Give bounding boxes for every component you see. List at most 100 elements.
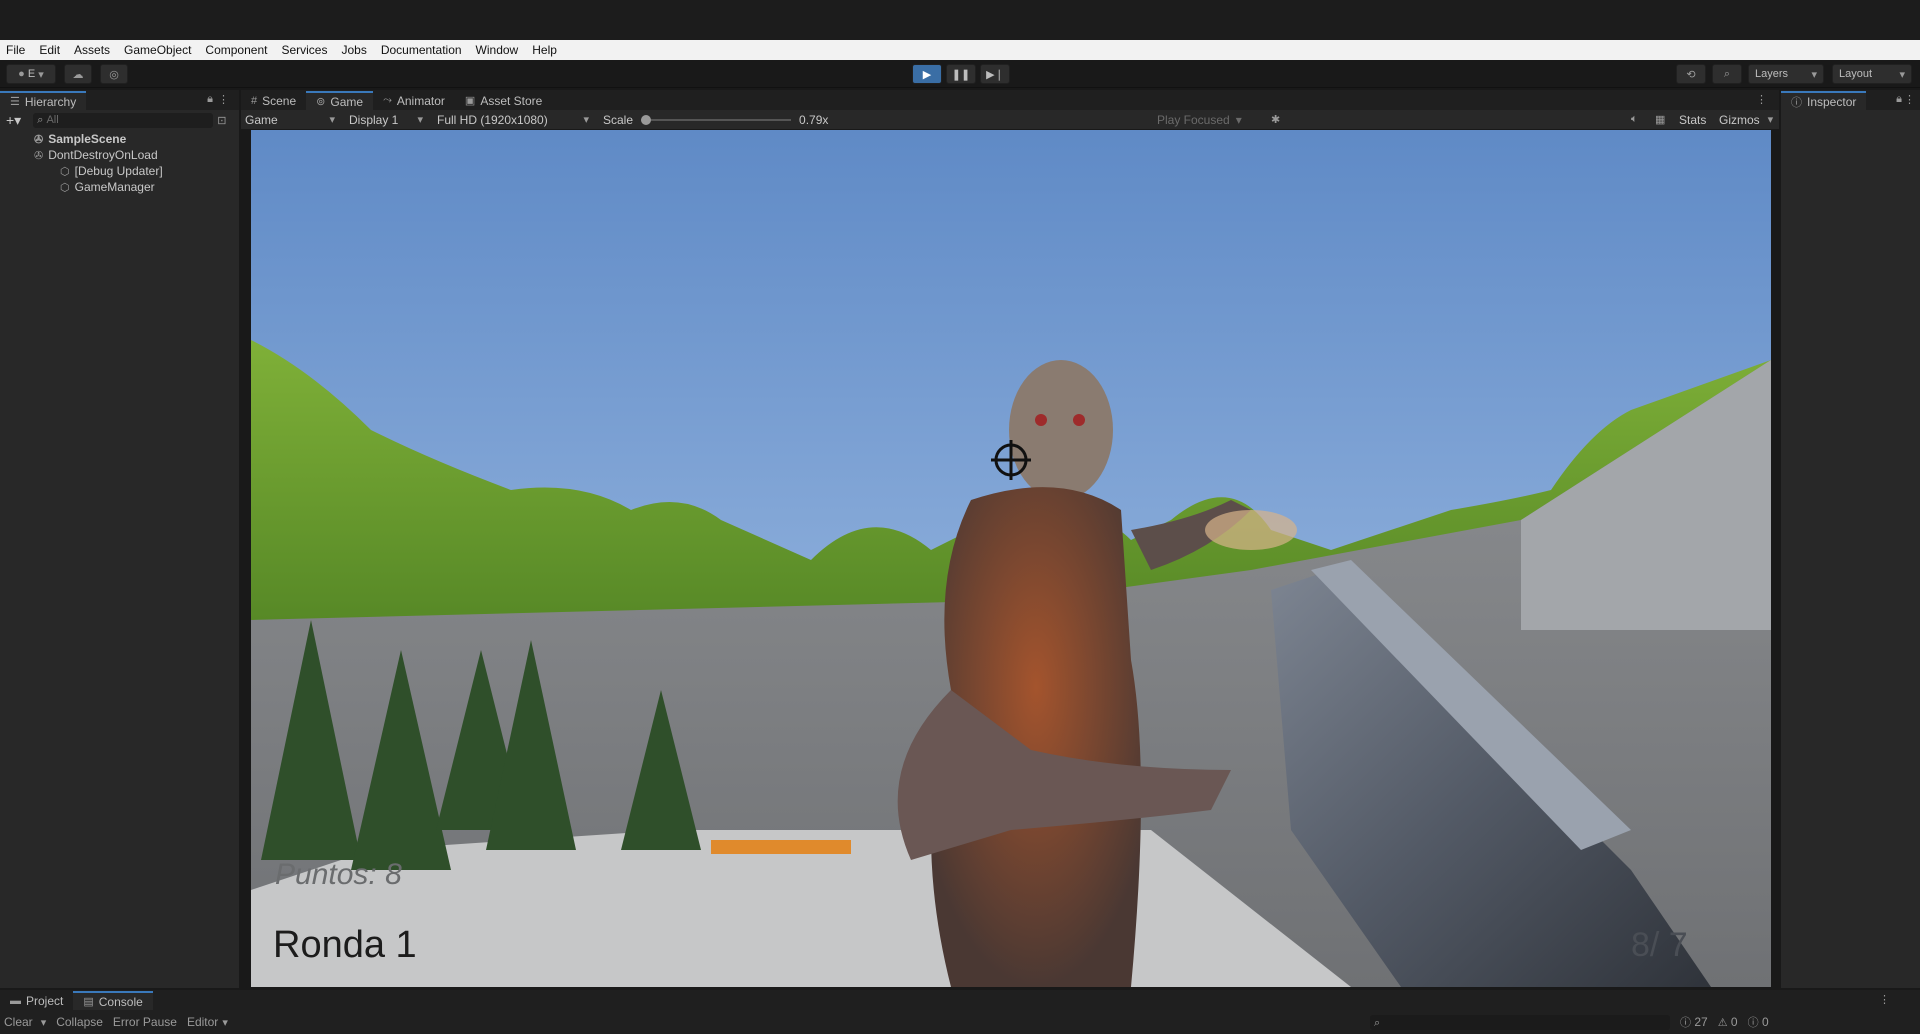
- warning-icon: ⚠: [1717, 1017, 1728, 1029]
- layers-dropdown[interactable]: Layers ▾: [1748, 64, 1824, 84]
- search-icon: ⌕: [37, 113, 44, 126]
- hierarchy-search-row: +▾ ⌕ All ⊡: [0, 110, 239, 130]
- audio-icon[interactable]: 🔈︎: [1631, 113, 1638, 126]
- grid-icon: #: [251, 94, 258, 107]
- console-icon: ▤: [83, 996, 94, 1008]
- menu-help[interactable]: Help: [532, 43, 557, 57]
- editor-dropdown[interactable]: Editor: [187, 1015, 218, 1029]
- chevron-down-icon: ▾: [1811, 68, 1817, 81]
- info-count-toggle[interactable]: ⓘ 27: [1680, 1014, 1708, 1030]
- chevron-down-icon[interactable]: ▾: [222, 1016, 228, 1029]
- more-icon[interactable]: ⋮: [1756, 93, 1767, 106]
- more-icon[interactable]: ⋮: [1904, 93, 1915, 106]
- info-icon: ⓘ: [1791, 96, 1802, 109]
- lock-icon[interactable]: 🔒︎: [1896, 93, 1902, 106]
- console-toolbar: Clear ▾ Collapse Error Pause Editor ▾ ⌕ …: [0, 1012, 1920, 1032]
- error-pause-button[interactable]: Error Pause: [113, 1015, 177, 1029]
- scale-slider[interactable]: [641, 114, 792, 125]
- tab-inspector[interactable]: ⓘ Inspector: [1781, 91, 1867, 110]
- bug-icon[interactable]: ✱: [1271, 113, 1280, 126]
- search-button[interactable]: ⌕: [1712, 64, 1742, 84]
- tab-asset-store-label: Asset Store: [480, 93, 543, 108]
- filter-icon[interactable]: ⊡: [217, 114, 226, 127]
- display-dropdown[interactable]: Display 1 ▾: [349, 113, 423, 127]
- muzzle-flash: [1205, 510, 1297, 550]
- tab-game-label: Game: [330, 94, 364, 109]
- list-item[interactable]: ⬡ [Debug Updater]: [0, 163, 239, 179]
- cloud-button[interactable]: ☁: [64, 64, 92, 84]
- view-dropdown[interactable]: Game ▾: [245, 113, 335, 127]
- list-item-label: [Debug Updater]: [74, 164, 163, 178]
- collab-button[interactable]: ◎: [100, 64, 128, 84]
- gameobject-icon: ⬡: [60, 181, 70, 194]
- menu-jobs[interactable]: Jobs: [341, 43, 366, 57]
- game-view[interactable]: Puntos: 8 Ronda 1 8/ 7: [251, 130, 1771, 987]
- scene-icon: ✇: [34, 133, 44, 146]
- history-icon: ⟲: [1686, 68, 1696, 81]
- info-icon: ⓘ: [1680, 1017, 1691, 1029]
- layout-dropdown[interactable]: Layout ▾: [1832, 64, 1912, 84]
- scene-icon: ✇: [34, 149, 44, 162]
- chevron-down-icon[interactable]: ▾: [41, 1016, 47, 1029]
- play-button[interactable]: ▶: [912, 64, 942, 84]
- collapse-button[interactable]: Collapse: [56, 1015, 103, 1029]
- menu-edit[interactable]: Edit: [39, 43, 60, 57]
- menu-file[interactable]: File: [6, 43, 25, 57]
- undo-history-button[interactable]: ⟲: [1676, 64, 1706, 84]
- list-item[interactable]: ✇ DontDestroyOnLoad: [0, 147, 239, 163]
- layout-label: Layout: [1839, 68, 1873, 80]
- menu-documentation[interactable]: Documentation: [381, 43, 462, 57]
- list-item[interactable]: ⬡ GameManager: [0, 179, 239, 195]
- tab-hierarchy[interactable]: ☰ Hierarchy: [0, 91, 87, 110]
- menu-component[interactable]: Component: [205, 43, 267, 57]
- scale-slider-handle[interactable]: [641, 114, 652, 125]
- menu-window[interactable]: Window: [476, 43, 519, 57]
- warning-count-toggle[interactable]: ⚠ 0: [1718, 1015, 1738, 1029]
- window-title-bar: [0, 0, 1920, 40]
- step-button[interactable]: ▶❘: [980, 64, 1010, 84]
- tab-project[interactable]: ▬ Project: [0, 991, 73, 1010]
- list-item-label: GameManager: [74, 180, 155, 194]
- clear-button[interactable]: Clear: [4, 1015, 33, 1029]
- resolution-dropdown[interactable]: Full HD (1920x1080) ▾: [437, 113, 589, 127]
- account-label: E: [27, 68, 36, 80]
- play-focused-dropdown[interactable]: Play Focused ▾: [1157, 113, 1242, 127]
- hierarchy-panel: ☰ Hierarchy 🔒︎ ⋮ +▾ ⌕ All ⊡ ✇ SampleScene …: [0, 90, 239, 988]
- hierarchy-search-placeholder: All: [46, 114, 59, 126]
- tab-animator-label: Animator: [396, 93, 445, 108]
- console-search-input[interactable]: ⌕: [1370, 1015, 1670, 1030]
- tab-console[interactable]: ▤ Console: [73, 991, 153, 1010]
- pause-button[interactable]: ❚❚: [946, 64, 976, 84]
- tab-console-label: Console: [98, 994, 143, 1009]
- more-icon[interactable]: ⋮: [218, 93, 229, 106]
- add-icon[interactable]: +▾: [6, 112, 21, 129]
- lock-icon[interactable]: 🔒︎: [207, 93, 213, 106]
- bottom-tabbar: ▬ Project ▤ Console ⋮: [0, 990, 1920, 1010]
- hierarchy-search-input[interactable]: ⌕ All: [33, 112, 214, 128]
- tab-scene[interactable]: # Scene: [241, 91, 306, 110]
- chevron-down-icon: ▾: [38, 68, 44, 81]
- tab-scene-label: Scene: [262, 93, 297, 108]
- gamepad-icon: ⊚: [316, 96, 326, 108]
- tab-game[interactable]: ⊚ Game: [306, 91, 374, 110]
- folder-icon: ▬: [10, 994, 21, 1007]
- more-icon[interactable]: ⋮: [1879, 993, 1890, 1006]
- error-count-toggle[interactable]: ⓘ 0: [1748, 1014, 1769, 1030]
- list-item[interactable]: ✇ SampleScene: [0, 131, 239, 147]
- menu-gameobject[interactable]: GameObject: [124, 43, 191, 57]
- tab-animator[interactable]: ⤳ Animator: [373, 91, 455, 110]
- gameobject-icon: ⬡: [60, 165, 70, 178]
- menu-services[interactable]: Services: [281, 43, 327, 57]
- stats-button[interactable]: Stats: [1679, 113, 1706, 127]
- tab-asset-store[interactable]: ▣ Asset Store: [455, 91, 552, 110]
- orange-platform: [711, 840, 851, 854]
- account-button[interactable]: ● E ▾: [6, 64, 56, 84]
- view-label: Game: [245, 112, 278, 127]
- inspector-tab-label: Inspector: [1807, 94, 1857, 109]
- menu-assets[interactable]: Assets: [74, 43, 110, 57]
- play-focused-label: Play Focused: [1157, 112, 1230, 127]
- stats-toggle-icon[interactable]: ▦: [1655, 113, 1665, 126]
- game-view-toolbar: Game ▾ Display 1 ▾ Full HD (1920x1080) ▾ Sc…: [241, 110, 1779, 129]
- gizmos-dropdown[interactable]: Gizmos ▾: [1719, 113, 1773, 127]
- ammo-text: 8/ 7: [1631, 926, 1688, 964]
